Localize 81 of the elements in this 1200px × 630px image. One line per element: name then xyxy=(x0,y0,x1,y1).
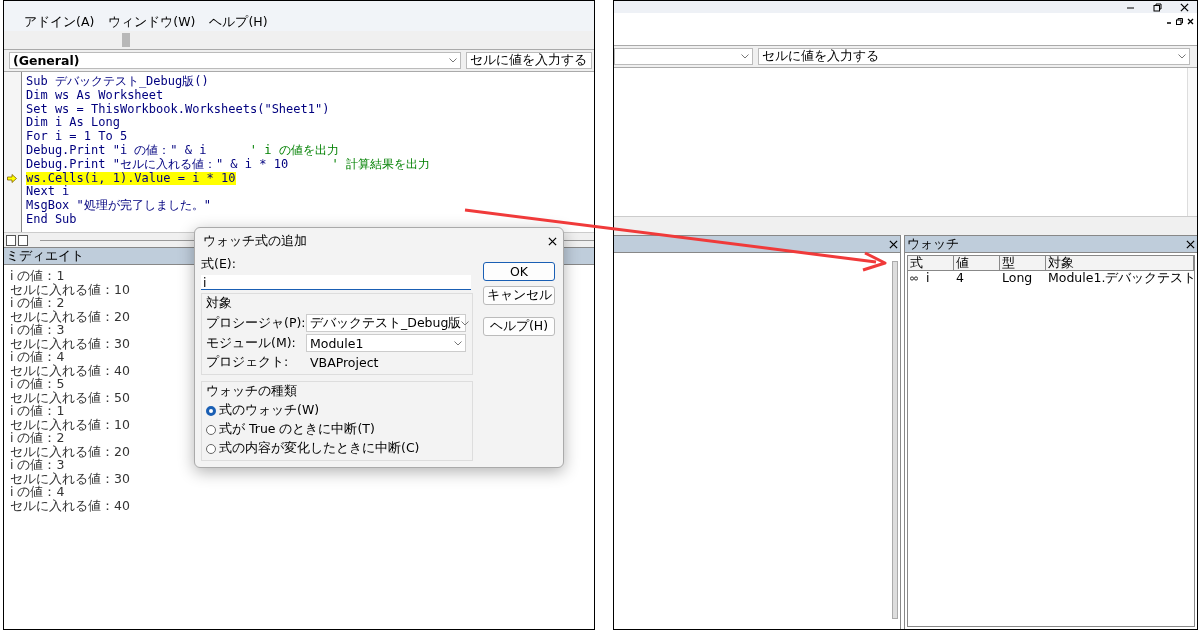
radio-label[interactable]: 式の内容が変化したときに中断(C) xyxy=(219,440,420,457)
code-line: Debug.Print "i の値：" & i ' i の値を出力 xyxy=(26,144,339,158)
output-line: セルに入れる値：10 xyxy=(10,417,130,431)
procedure-combo[interactable]: セルに値を入力する xyxy=(465,52,592,69)
table-cell-text: i xyxy=(925,271,930,285)
object-combo[interactable]: (General) xyxy=(9,52,461,69)
output-line: セルに入れる値：10 xyxy=(10,282,130,296)
code-line: Set ws = ThisWorkbook.Worksheets("Sheet1") xyxy=(26,102,330,116)
restore-icon[interactable] xyxy=(1176,17,1183,25)
table-cell-text: Module1.デバックテスト xyxy=(1047,271,1197,285)
dropdown-field[interactable]: デバックテスト_Debug版 xyxy=(306,314,466,332)
chevron-down-icon xyxy=(741,54,749,59)
field-label: 式(E): xyxy=(201,255,237,273)
radio-label[interactable]: 式のウォッチ(W) xyxy=(219,402,320,419)
radio-button[interactable] xyxy=(206,443,216,454)
output-line: i の値：4 xyxy=(10,485,65,499)
chevron-down-icon xyxy=(461,320,470,326)
code-line: Dim ws As Worksheet xyxy=(26,88,164,103)
procedure-combo[interactable]: セルに値を入力する xyxy=(758,48,1190,65)
close-icon[interactable] xyxy=(548,237,557,246)
output-line: i の値：1 xyxy=(10,269,65,283)
chevron-down-icon xyxy=(1178,54,1186,59)
menu-item[interactable]: ヘルプ(H) xyxy=(209,14,268,31)
restore-icon[interactable] xyxy=(1153,2,1162,12)
column-header[interactable]: 対象 xyxy=(1046,256,1194,271)
output-line: セルに入れる値：50 xyxy=(10,390,130,404)
arrow-icon xyxy=(7,173,17,183)
code-line: End Sub xyxy=(26,212,77,227)
menu-item[interactable]: ウィンドウ(W) xyxy=(108,14,196,31)
menu-item[interactable]: アドイン(A) xyxy=(24,14,95,31)
radio-button[interactable] xyxy=(206,405,216,416)
field-label: プロシージャ(P): xyxy=(206,314,306,332)
output-line: i の値：2 xyxy=(10,431,65,445)
column-header[interactable]: 式 xyxy=(908,256,954,271)
close-icon[interactable] xyxy=(1180,2,1189,12)
code-line: Dim i As Long xyxy=(26,116,120,130)
field-label: モジュール(M): xyxy=(206,334,297,352)
module-view-icon[interactable] xyxy=(18,234,28,246)
procedure-view-icon[interactable] xyxy=(6,234,16,246)
code-line: For i = 1 To 5 xyxy=(26,130,128,144)
field-value: VBAProject xyxy=(309,355,379,370)
table-cell-text: 4 xyxy=(955,271,965,285)
pane-title: ウォッチ xyxy=(907,235,959,253)
chevron-down-icon xyxy=(448,58,457,63)
output-line: セルに入れる値：20 xyxy=(10,444,130,458)
output-line: セルに入れる値：30 xyxy=(10,471,130,485)
close-icon[interactable] xyxy=(1186,239,1195,249)
code-line: MsgBox "処理が完了しました。" xyxy=(26,199,212,213)
output-line: i の値：5 xyxy=(10,377,65,391)
output-line: i の値：3 xyxy=(10,458,65,472)
dialog-button[interactable]: OK xyxy=(483,262,555,281)
output-line: i の値：2 xyxy=(10,296,65,310)
pane-title: ミディエイト xyxy=(6,247,84,265)
chevron-down-icon xyxy=(454,340,462,346)
output-line: i の値：4 xyxy=(10,350,65,364)
close-icon[interactable] xyxy=(889,239,898,249)
output-line: セルに入れる値：40 xyxy=(10,498,130,512)
output-line: i の値：1 xyxy=(10,404,65,418)
dialog-title: ウォッチ式の追加 xyxy=(203,233,307,250)
glasses-icon xyxy=(910,275,918,281)
column-header[interactable]: 型 xyxy=(1000,256,1046,271)
close-icon[interactable] xyxy=(1187,17,1194,25)
dialog-button[interactable]: ヘルプ(H) xyxy=(483,317,555,336)
output-line: セルに入れる値：20 xyxy=(10,309,130,323)
field-label: プロジェクト: xyxy=(206,354,290,371)
output-line: i の値：3 xyxy=(10,323,65,337)
dropdown-field[interactable]: Module1 xyxy=(306,334,466,352)
output-line: セルに入れる値：30 xyxy=(10,336,130,350)
radio-button[interactable] xyxy=(206,424,216,435)
group-label: 対象 xyxy=(206,295,233,312)
code-line: Debug.Print "セルに入れる値：" & i * 10 ' 計算結果を出力 xyxy=(26,157,430,172)
column-header[interactable]: 値 xyxy=(954,256,1000,271)
code-line: Next i xyxy=(26,185,70,200)
expression-field[interactable]: i xyxy=(201,275,471,290)
table-cell-text: Long xyxy=(1001,271,1034,285)
group-label: ウォッチの種類 xyxy=(206,383,298,400)
scrollbar[interactable] xyxy=(892,261,898,619)
dialog-button[interactable]: キャンセル xyxy=(483,286,555,305)
code-line: Sub デバックテスト_Debug版() xyxy=(26,75,209,89)
radio-label[interactable]: 式が True のときに中断(T) xyxy=(219,421,375,438)
output-line: セルに入れる値：40 xyxy=(10,363,130,377)
